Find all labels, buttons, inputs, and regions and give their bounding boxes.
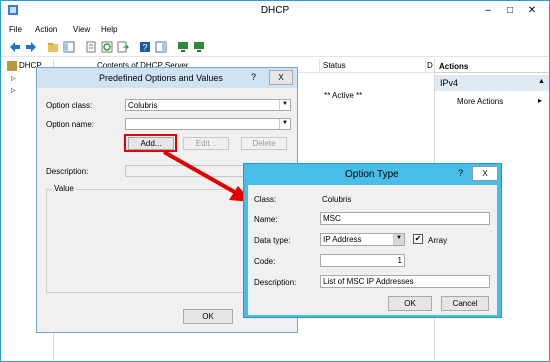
- code-label: Code:: [254, 257, 276, 266]
- dropdown-arrow-icon[interactable]: ▼: [393, 234, 404, 245]
- option-type-body: Class: Colubris Name: MSC Data type: IP …: [248, 185, 497, 315]
- description-value: List of MSC IP Addresses: [323, 277, 414, 286]
- option-type-titlebar: Option Type ? X: [244, 164, 501, 184]
- data-type-value: IP Address: [323, 235, 362, 244]
- class-value: Colubris: [322, 195, 352, 204]
- name-value: MSC: [323, 214, 341, 223]
- option-type-dialog: Option Type ? X Class: Colubris Name: MS…: [243, 163, 502, 318]
- description-input[interactable]: List of MSC IP Addresses: [320, 275, 490, 288]
- code-input[interactable]: 1: [320, 254, 405, 267]
- array-checkbox[interactable]: ✔: [413, 234, 423, 244]
- data-type-label: Data type:: [254, 236, 291, 245]
- name-label: Name:: [254, 215, 278, 224]
- cancel-button[interactable]: Cancel: [441, 296, 489, 311]
- class-label: Class:: [254, 195, 277, 204]
- option-type-title: Option Type: [345, 169, 399, 180]
- name-input[interactable]: MSC: [320, 212, 490, 225]
- ok-button[interactable]: OK: [388, 296, 432, 311]
- array-label: Array: [428, 236, 448, 245]
- help-button[interactable]: ?: [458, 168, 463, 178]
- data-type-select[interactable]: IP Address ▼: [320, 233, 405, 246]
- code-value: 1: [397, 256, 402, 265]
- description-label: Description:: [254, 278, 297, 287]
- dialog-close-button[interactable]: X: [472, 166, 498, 181]
